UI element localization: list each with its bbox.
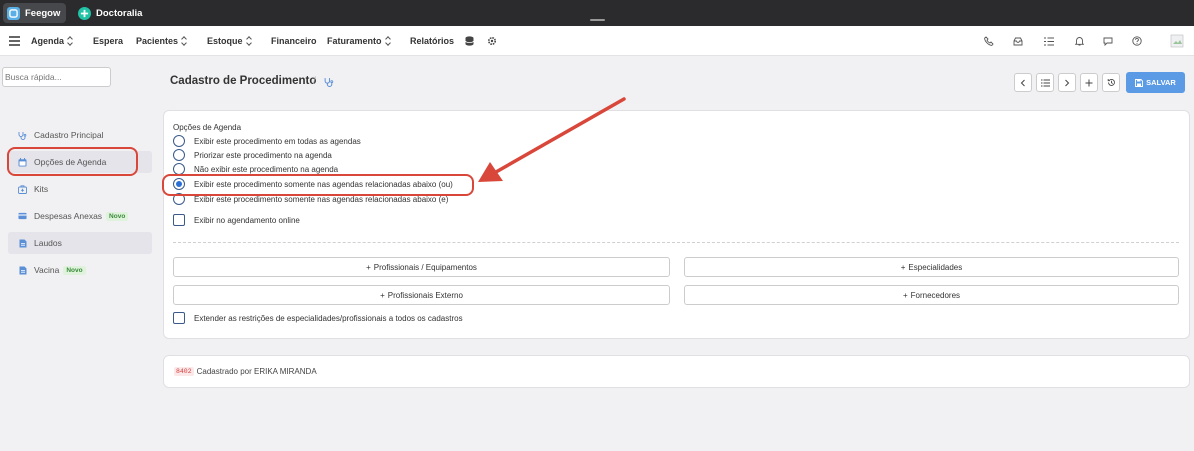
- annotation-arrow: [478, 97, 626, 182]
